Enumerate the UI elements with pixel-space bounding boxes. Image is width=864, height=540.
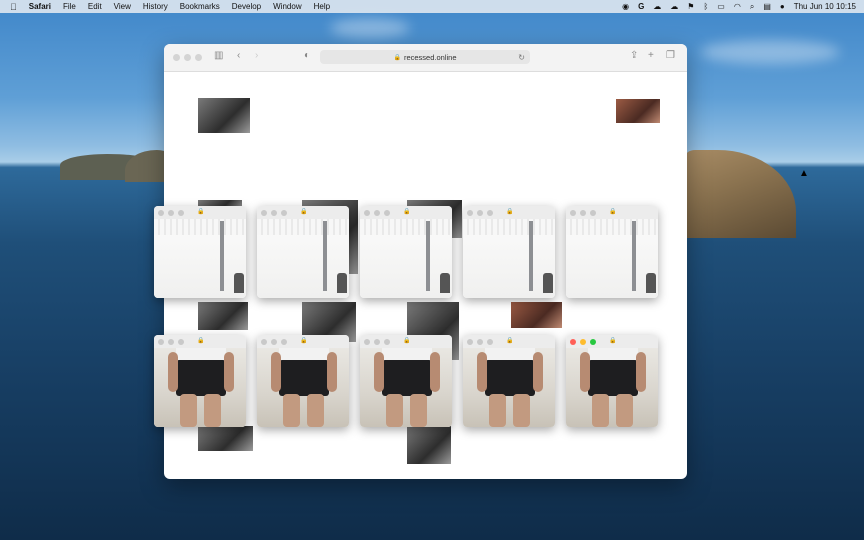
close-button[interactable]	[570, 339, 576, 345]
privacy-icon[interactable]: ◐	[304, 50, 310, 61]
popup-content	[360, 219, 452, 298]
popup-content	[566, 219, 658, 298]
popup-window[interactable]: 🔒	[360, 206, 452, 298]
mouse-cursor-icon: ▲	[799, 168, 809, 179]
popup-titlebar[interactable]: 🔒	[360, 206, 452, 220]
new-tab-icon[interactable]: +	[648, 50, 654, 61]
photo-thumbnail[interactable]	[616, 99, 660, 123]
menu-develop[interactable]: Develop	[232, 2, 261, 11]
popup-titlebar[interactable]: 🔒	[360, 335, 452, 349]
wifi-icon[interactable]: ◠	[734, 2, 741, 11]
close-button[interactable]	[173, 54, 180, 61]
apple-menu-icon[interactable]: 	[10, 2, 17, 12]
coastal-cliff	[684, 150, 796, 238]
menu-app-name[interactable]: Safari	[29, 2, 51, 11]
popup-titlebar[interactable]: 🔒	[154, 206, 246, 220]
zoom-button[interactable]	[590, 339, 596, 345]
popup-content	[257, 219, 349, 298]
cloud	[330, 18, 410, 38]
menu-file[interactable]: File	[63, 2, 76, 11]
photo-thumbnail[interactable]	[407, 426, 451, 464]
popup-content	[566, 348, 658, 427]
popup-titlebar[interactable]: 🔒	[257, 335, 349, 349]
lock-icon: 🔒	[506, 209, 514, 215]
menu-bar:  Safari File Edit View History Bookmark…	[0, 0, 864, 13]
lock-icon: 🔒	[506, 338, 514, 344]
popup-window[interactable]: 🔒	[360, 335, 452, 427]
popup-window[interactable]: 🔒	[566, 206, 658, 298]
lock-icon: 🔒	[609, 338, 617, 344]
menu-edit[interactable]: Edit	[88, 2, 102, 11]
popup-content	[154, 348, 246, 427]
popup-window[interactable]: 🔒	[463, 335, 555, 427]
lock-icon: 🔒	[197, 209, 205, 215]
lock-icon: 🔒	[609, 209, 617, 215]
sidebar-icon[interactable]: ▥	[214, 50, 223, 61]
forward-icon[interactable]: ›	[255, 50, 258, 61]
popup-titlebar[interactable]: 🔒	[463, 206, 555, 220]
photo-thumbnail[interactable]	[198, 426, 253, 451]
lock-icon: 🔒	[300, 209, 308, 215]
lock-icon: 🔒	[403, 209, 411, 215]
siri-icon[interactable]: ●	[780, 2, 785, 11]
back-icon[interactable]: ‹	[237, 50, 240, 61]
address-text: recessed.online	[403, 52, 457, 62]
zoom-button[interactable]	[195, 54, 202, 61]
lock-icon: 🔒	[300, 338, 308, 344]
status-area: ◉ G ☁ ☁ ⚑ ᛒ ▭ ◠ ⌕ ▤ ● Thu Jun 10 10:15	[613, 0, 856, 13]
photo-thumbnail[interactable]	[511, 302, 562, 328]
battery-icon[interactable]: ▭	[717, 2, 725, 11]
reload-icon[interactable]: ↻	[518, 53, 525, 62]
popup-content	[360, 348, 452, 427]
popup-window[interactable]: 🔒	[154, 335, 246, 427]
minimize-button[interactable]	[184, 54, 191, 61]
lock-icon: 🔒	[403, 338, 411, 344]
tab-overview-icon[interactable]: ❐	[666, 50, 675, 61]
creative-cloud-icon[interactable]: ☁	[653, 2, 661, 11]
address-bar[interactable]: 🔒 recessed.online ↻	[320, 50, 530, 64]
browser-toolbar: ▥ ‹ › ◐ 🔒 recessed.online ↻ ⇪ + ❐	[164, 44, 687, 72]
popup-window[interactable]: 🔒	[463, 206, 555, 298]
record-icon[interactable]: ◉	[622, 2, 629, 11]
grammarly-icon[interactable]: G	[638, 2, 644, 11]
popup-window-active[interactable]: 🔒	[566, 335, 658, 427]
popup-content	[463, 348, 555, 427]
popup-titlebar[interactable]: 🔒	[463, 335, 555, 349]
share-icon[interactable]: ⇪	[630, 50, 638, 61]
cloud-upload-icon[interactable]: ☁	[670, 2, 678, 11]
photo-thumbnail[interactable]	[198, 98, 250, 133]
search-icon[interactable]: ⌕	[750, 2, 754, 12]
popup-titlebar[interactable]: 🔒	[566, 206, 658, 220]
menu-clock[interactable]: Thu Jun 10 10:15	[794, 2, 856, 11]
popup-window[interactable]: 🔒	[257, 335, 349, 427]
bluetooth-icon[interactable]: ᛒ	[703, 2, 708, 11]
popup-titlebar[interactable]: 🔒	[566, 335, 658, 349]
popup-content	[257, 348, 349, 427]
popup-window[interactable]: 🔒	[154, 206, 246, 298]
minimize-button[interactable]	[580, 339, 586, 345]
popup-content	[154, 219, 246, 298]
flag-icon[interactable]: ⚑	[687, 2, 694, 11]
menu-history[interactable]: History	[143, 2, 168, 11]
lock-icon: 🔒	[393, 54, 401, 61]
popup-window[interactable]: 🔒	[257, 206, 349, 298]
popup-titlebar[interactable]: 🔒	[257, 206, 349, 220]
menu-bookmarks[interactable]: Bookmarks	[180, 2, 220, 11]
lock-icon: 🔒	[197, 338, 205, 344]
menu-window[interactable]: Window	[273, 2, 301, 11]
photo-thumbnail[interactable]	[198, 302, 248, 330]
menu-help[interactable]: Help	[314, 2, 330, 11]
control-center-icon[interactable]: ▤	[763, 2, 771, 11]
menu-view[interactable]: View	[114, 2, 131, 11]
popup-content	[463, 219, 555, 298]
cloud	[700, 40, 840, 64]
popup-titlebar[interactable]: 🔒	[154, 335, 246, 349]
